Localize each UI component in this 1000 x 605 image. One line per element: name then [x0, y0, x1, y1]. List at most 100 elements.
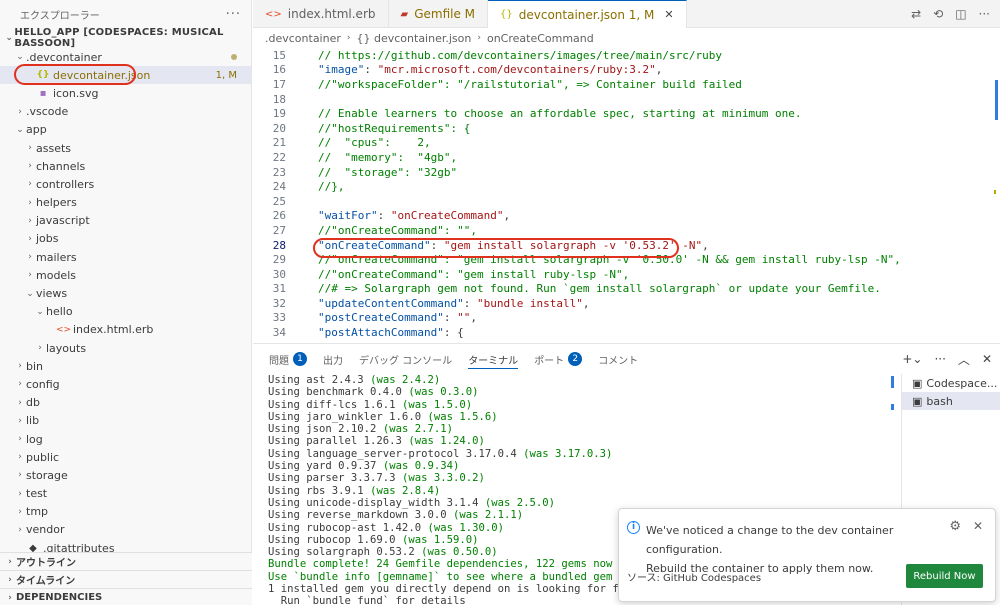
tree-item[interactable]: › assets [0, 139, 251, 157]
html-file-icon: <> [265, 8, 282, 20]
tree-item-label: bin [26, 359, 44, 373]
code-line[interactable]: 25 [253, 194, 1000, 209]
code-line[interactable]: 15 // https://github.com/devcontainers/im… [253, 48, 1000, 63]
timeline-section[interactable]: › タイムライン [0, 570, 252, 588]
terminal-text-highlight: (was 2.5.0) [484, 496, 556, 509]
editor-tabs: <> index.html.erb ▰ Gemfile M {} devcontainer… [253, 0, 1000, 28]
tree-item-label: mailers [36, 250, 77, 264]
more-actions-icon[interactable]: ··· [934, 352, 945, 366]
panel-tab[interactable]: デバッグ コンソール [359, 344, 452, 374]
tree-item[interactable]: › jobs [0, 230, 251, 248]
terminal-text-highlight: (was 1.30.0) [427, 521, 504, 534]
close-icon[interactable]: ✕ [664, 8, 673, 21]
code-line[interactable]: 32 "updateContentCommand": "bundle instal… [253, 296, 1000, 311]
svg-file-icon: ▪ [39, 87, 47, 99]
breadcrumb-symbol[interactable]: onCreateCommand [487, 32, 594, 45]
tree-item[interactable]: › models [0, 266, 251, 284]
tree-item[interactable]: › layouts [0, 339, 251, 357]
code-text: // Enable learners to choose an affordab… [318, 107, 802, 121]
tree-item[interactable]: › .vscode [0, 103, 251, 121]
chevron-right-icon: › [18, 415, 22, 426]
panel-tab[interactable]: 出力 [323, 344, 343, 374]
close-icon[interactable]: ✕ [973, 519, 983, 533]
code-line[interactable]: 26 "waitFor": "onCreateCommand", [253, 209, 1000, 224]
chevron-down-icon: ⌄ [16, 52, 24, 63]
tree-item-label: .vscode [26, 105, 69, 119]
panel-tab[interactable]: ターミナル [468, 344, 519, 374]
tree-item[interactable]: › vendor [0, 521, 251, 539]
tree-item[interactable]: › db [0, 394, 251, 412]
tree-item[interactable]: › lib [0, 412, 251, 430]
code-line[interactable]: 21 // "cpus": 2, [253, 136, 1000, 151]
chevron-right-icon: › [28, 179, 32, 190]
split-editor-icon[interactable]: ◫ [955, 7, 966, 21]
tree-item[interactable]: › public [0, 448, 251, 466]
tree-item[interactable]: ▪ icon.svg [0, 84, 251, 102]
tree-item[interactable]: › tmp [0, 503, 251, 521]
tree-item[interactable]: › helpers [0, 194, 251, 212]
tree-item[interactable]: › controllers [0, 175, 251, 193]
rebuild-now-button[interactable]: Rebuild Now [906, 564, 983, 588]
editor-tab[interactable]: <> index.html.erb [253, 0, 389, 28]
dependencies-label: DEPENDENCIES [16, 592, 103, 603]
code-line[interactable]: 23 // "storage": "32gb" [253, 165, 1000, 180]
panel-tab[interactable]: ポート 2 [534, 344, 583, 374]
more-actions-icon[interactable]: ··· [979, 7, 990, 21]
code-line[interactable]: 30 //"onCreateCommand": "gem install ruby… [253, 267, 1000, 282]
compare-icon[interactable]: ⇄ [911, 7, 921, 21]
tree-item[interactable]: › storage [0, 466, 251, 484]
code-line[interactable]: 20 //"hostRequirements": { [253, 121, 1000, 136]
tree-item[interactable]: ⌄ app [0, 121, 251, 139]
chevron-right-icon: › [28, 215, 32, 226]
panel-tab[interactable]: コメント [598, 344, 638, 374]
workspace-root[interactable]: ⌄ HELLO_APP [CODESPACES: MUSICAL BASSOON… [0, 27, 251, 49]
code-line[interactable]: 19 // Enable learners to choose an afford… [253, 106, 1000, 121]
code-text: "waitFor": "onCreateCommand", [318, 209, 511, 223]
status-badge: 1, M [215, 69, 237, 81]
open-changes-icon[interactable]: ⟲ [933, 7, 943, 21]
close-panel-icon[interactable]: ✕ [982, 352, 992, 366]
terminal-text: Using ast 2.4.3 [268, 374, 371, 386]
chevron-right-icon: › [18, 379, 22, 390]
code-line[interactable]: 18 [253, 92, 1000, 107]
code-line[interactable]: 27 //"onCreateCommand": "", [253, 223, 1000, 238]
more-actions-icon[interactable]: ··· [226, 7, 241, 22]
code-line[interactable]: 31 //# => Solargraph gem not found. Run `… [253, 282, 1000, 297]
tree-item[interactable]: › test [0, 485, 251, 503]
maximize-panel-icon[interactable]: ︿ [958, 351, 970, 368]
tree-item[interactable]: › mailers [0, 248, 251, 266]
code-line[interactable]: 24 //}, [253, 179, 1000, 194]
line-number: 31 [272, 282, 286, 296]
gear-icon[interactable]: ⚙ [949, 519, 961, 534]
tree-item[interactable]: › log [0, 430, 251, 448]
code-line[interactable]: 16 "image": "mcr.microsoft.com/devcontain… [253, 63, 1000, 78]
tree-item-label: db [26, 396, 40, 410]
terminal-item-bash[interactable]: ▣ bash [902, 392, 1000, 410]
outline-section[interactable]: › アウトライン [0, 552, 252, 570]
editor-tab[interactable]: ▰ Gemfile M [389, 0, 489, 28]
panel-tab[interactable]: 問題 1 [269, 344, 307, 374]
editor-tab[interactable]: {} devcontainer.json 1, M ✕ [488, 0, 687, 28]
tree-item[interactable]: ⌄ hello [0, 303, 251, 321]
code-line[interactable]: 22 // "memory": "4gb", [253, 150, 1000, 165]
dependencies-section[interactable]: › DEPENDENCIES [0, 588, 252, 605]
tree-item[interactable]: ⌄ views [0, 284, 251, 302]
tree-item[interactable]: › channels [0, 157, 251, 175]
tree-item[interactable]: › bin [0, 357, 251, 375]
terminal-text: Using yard 0.9.37 [268, 460, 383, 473]
tree-item[interactable]: › config [0, 375, 251, 393]
new-terminal-icon[interactable]: +⌄ [902, 352, 922, 366]
code-editor[interactable]: 15 // https://github.com/devcontainers/im… [253, 48, 1000, 343]
terminal-line: Using benchmark 0.4.0 (was 0.3.0) [268, 386, 878, 398]
code-line[interactable]: 34 "postAttachCommand": { [253, 325, 1000, 340]
breadcrumb-file[interactable]: {} devcontainer.json [357, 32, 472, 45]
terminal-text: Using rubocop 1.69.0 [268, 533, 402, 546]
tree-item-label: icon.svg [53, 86, 99, 100]
breadcrumb-folder[interactable]: .devcontainer [265, 32, 341, 45]
code-line[interactable]: 33 "postCreateCommand": "", [253, 311, 1000, 326]
terminal-item-codespace[interactable]: ▣ Codespace... [902, 374, 1000, 392]
tree-item-label: app [26, 123, 47, 137]
code-line[interactable]: 17 //"workspaceFolder": "/railstutorial",… [253, 77, 1000, 92]
tree-item[interactable]: › javascript [0, 212, 251, 230]
tree-item[interactable]: <> index.html.erb [0, 321, 251, 339]
